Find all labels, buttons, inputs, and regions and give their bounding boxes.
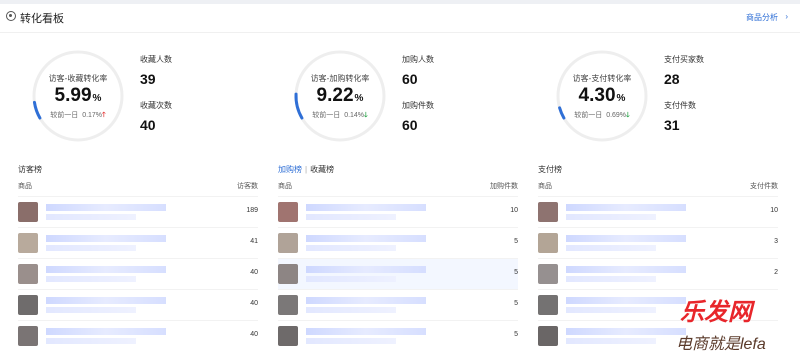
- product-title-blurred: [306, 328, 426, 335]
- panel-title: 支付榜: [538, 164, 562, 175]
- product-thumbnail: [538, 202, 558, 222]
- metric-label: 访客-加购转化率: [310, 74, 370, 83]
- metric-value: 5.99%: [54, 85, 102, 106]
- metric-compare: 较前一日 0.14%🡓: [312, 112, 368, 119]
- table-row[interactable]: 10: [538, 196, 778, 227]
- stat-cart-count: 加购件数 60: [402, 101, 434, 133]
- product-thumbnail: [278, 233, 298, 253]
- product-thumbnail: [278, 326, 298, 346]
- stat-fav-people: 收藏人数 39: [140, 55, 172, 87]
- product-thumbnail: [18, 326, 38, 346]
- stat-cart-people: 加购人数 60: [402, 55, 434, 87]
- gauge-favorite: 访客-收藏转化率 5.99% 较前一日 0.17%🡑: [30, 48, 126, 144]
- product-title-blurred: [306, 204, 426, 211]
- watermark-brand: 乐发网: [680, 299, 752, 326]
- product-title-blurred: [306, 235, 426, 242]
- product-thumbnail: [18, 264, 38, 284]
- stat-fav-count: 收藏次数 40: [140, 101, 172, 133]
- product-title-blurred: [46, 328, 166, 335]
- column-header: 商品 加购件数: [278, 183, 518, 190]
- tab-cart-rank[interactable]: 加购榜: [278, 165, 302, 174]
- product-title-blurred: [306, 266, 426, 273]
- product-thumbnail: [278, 264, 298, 284]
- board-header: 转化看板 商品分析 ›: [0, 6, 800, 30]
- product-thumbnail: [278, 295, 298, 315]
- panel-title: 访客榜: [18, 164, 42, 175]
- product-title-blurred: [46, 204, 166, 211]
- product-title-blurred: [46, 297, 166, 304]
- metric-value: 9.22%: [316, 85, 364, 106]
- table-row[interactable]: 10: [278, 196, 518, 227]
- stat-pay-count: 支付件数 31: [664, 101, 696, 133]
- product-title-blurred: [306, 297, 426, 304]
- product-title-blurred: [566, 266, 686, 273]
- metric-pay: 访客-支付转化率 4.30% 较前一日 0.69%🡓 支付买家数 28 支付件数…: [528, 48, 788, 148]
- metric-label: 访客-收藏转化率: [48, 74, 108, 83]
- stat-pay-buyers: 支付买家数 28: [664, 55, 704, 87]
- product-title-blurred: [46, 235, 166, 242]
- product-thumbnail: [278, 202, 298, 222]
- product-thumbnail: [18, 295, 38, 315]
- product-title-blurred: [566, 235, 686, 242]
- product-title-blurred: [46, 266, 166, 273]
- product-thumbnail: [538, 264, 558, 284]
- gauge-cart: 访客-加购转化率 9.22% 较前一日 0.14%🡓: [292, 48, 388, 144]
- table-row[interactable]: 5: [278, 258, 518, 289]
- product-title-blurred: [566, 204, 686, 211]
- chevron-right-icon[interactable]: ›: [785, 12, 788, 21]
- metric-label: 访客-支付转化率: [572, 74, 632, 83]
- metric-favorite: 访客-收藏转化率 5.99% 较前一日 0.17%🡑 收藏人数 39 收藏次数 …: [4, 48, 264, 148]
- arrow-down-icon: 🡓: [626, 112, 630, 119]
- metric-value: 4.30%: [578, 85, 626, 106]
- product-analysis-link[interactable]: 商品分析: [746, 12, 778, 23]
- product-thumbnail: [538, 233, 558, 253]
- table-row[interactable]: 5: [278, 320, 518, 351]
- watermark-sub: 电商就是lefa: [676, 336, 766, 353]
- tab-favorite-rank[interactable]: 收藏榜: [310, 165, 334, 174]
- table-row[interactable]: 5: [278, 289, 518, 320]
- product-thumbnail: [538, 326, 558, 346]
- column-header: 商品 支付件数: [538, 183, 778, 190]
- table-row[interactable]: 189: [18, 196, 258, 227]
- product-thumbnail: [18, 202, 38, 222]
- table-row[interactable]: 40: [18, 289, 258, 320]
- table-row[interactable]: 40: [18, 320, 258, 351]
- tab-pay-rank[interactable]: 支付榜: [538, 165, 562, 174]
- top-bar: [0, 0, 800, 4]
- rank-list: 10 5 5 5 5: [278, 196, 518, 351]
- rank-list: 189 41 40 40 40: [18, 196, 258, 351]
- table-row[interactable]: 40: [18, 258, 258, 289]
- table-row[interactable]: 41: [18, 227, 258, 258]
- gauge-pay: 访客-支付转化率 4.30% 较前一日 0.69%🡓: [554, 48, 650, 144]
- header-divider: [0, 32, 800, 33]
- arrow-up-icon: 🡑: [102, 112, 106, 119]
- board-title: 转化看板: [20, 13, 64, 25]
- table-row[interactable]: 5: [278, 227, 518, 258]
- metric-compare: 较前一日 0.17%🡑: [50, 112, 106, 119]
- target-icon: [6, 11, 16, 21]
- column-header: 商品 访客数: [18, 183, 258, 190]
- product-thumbnail: [538, 295, 558, 315]
- metric-compare: 较前一日 0.69%🡓: [574, 112, 630, 119]
- tab-visitor-rank[interactable]: 访客榜: [18, 165, 42, 174]
- site-watermark: 乐发网 电商就是lefa: [640, 290, 800, 361]
- product-thumbnail: [18, 233, 38, 253]
- metric-cart: 访客-加购转化率 9.22% 较前一日 0.14%🡓 加购人数 60 加购件数 …: [266, 48, 526, 148]
- table-row[interactable]: 3: [538, 227, 778, 258]
- panel-title: 加购榜 | 收藏榜: [278, 165, 335, 174]
- arrow-down-icon: 🡓: [364, 112, 368, 119]
- table-row[interactable]: 2: [538, 258, 778, 289]
